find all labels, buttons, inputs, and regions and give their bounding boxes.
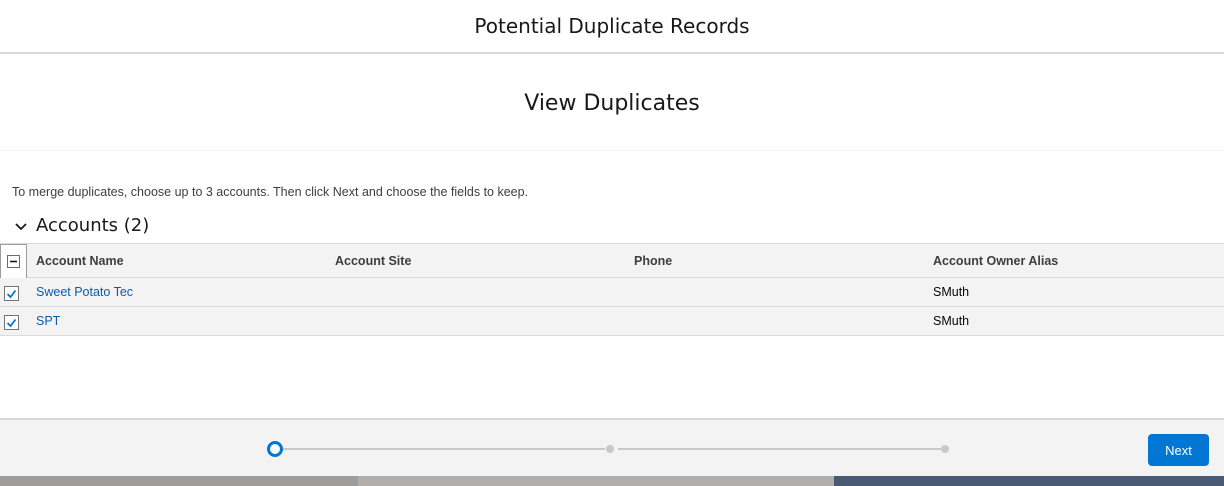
progress-step[interactable]: [941, 445, 949, 453]
checkmark-icon: [6, 289, 17, 298]
progress-step-current[interactable]: [267, 441, 283, 457]
table-row: SPT SMuth: [0, 307, 1224, 336]
account-name-link[interactable]: SPT: [36, 314, 60, 328]
step-title: View Duplicates: [524, 90, 700, 116]
progress-track: [618, 448, 941, 450]
section-title: Accounts (2): [36, 214, 150, 236]
backdrop: [0, 476, 1224, 486]
row-checkbox[interactable]: [4, 286, 19, 301]
select-all-checkbox[interactable]: [0, 244, 27, 279]
column-header-account-name[interactable]: Account Name: [36, 244, 124, 277]
modal-header: Potential Duplicate Records: [0, 0, 1224, 54]
accounts-section-toggle[interactable]: Accounts (2): [12, 212, 149, 238]
modal-title: Potential Duplicate Records: [474, 14, 750, 38]
minus-icon: [7, 255, 20, 268]
duplicate-records-modal: Potential Duplicate Records View Duplica…: [0, 0, 1224, 478]
backdrop-segment: [834, 476, 1224, 486]
step-header: View Duplicates: [0, 56, 1224, 151]
owner-alias-cell: SMuth: [933, 314, 970, 328]
instructions-text: To merge duplicates, choose up to 3 acco…: [12, 185, 529, 199]
backdrop-segment: [0, 476, 358, 486]
progress-step[interactable]: [606, 445, 614, 453]
table-row: Sweet Potato Tec SMuth: [0, 278, 1224, 307]
modal-footer: Next: [0, 418, 1224, 476]
next-button[interactable]: Next: [1148, 434, 1209, 466]
account-name-link[interactable]: Sweet Potato Tec: [36, 285, 133, 299]
column-header-owner-alias[interactable]: Account Owner Alias: [933, 244, 1058, 277]
column-header-account-site[interactable]: Account Site: [335, 244, 411, 277]
owner-alias-cell: SMuth: [933, 285, 970, 299]
column-header-phone[interactable]: Phone: [634, 244, 672, 277]
progress-track: [283, 448, 605, 450]
row-checkbox[interactable]: [4, 315, 19, 330]
chevron-down-icon: [12, 218, 30, 236]
table-header: Account Name Account Site Phone Account …: [0, 243, 1224, 279]
checkmark-icon: [6, 318, 17, 327]
